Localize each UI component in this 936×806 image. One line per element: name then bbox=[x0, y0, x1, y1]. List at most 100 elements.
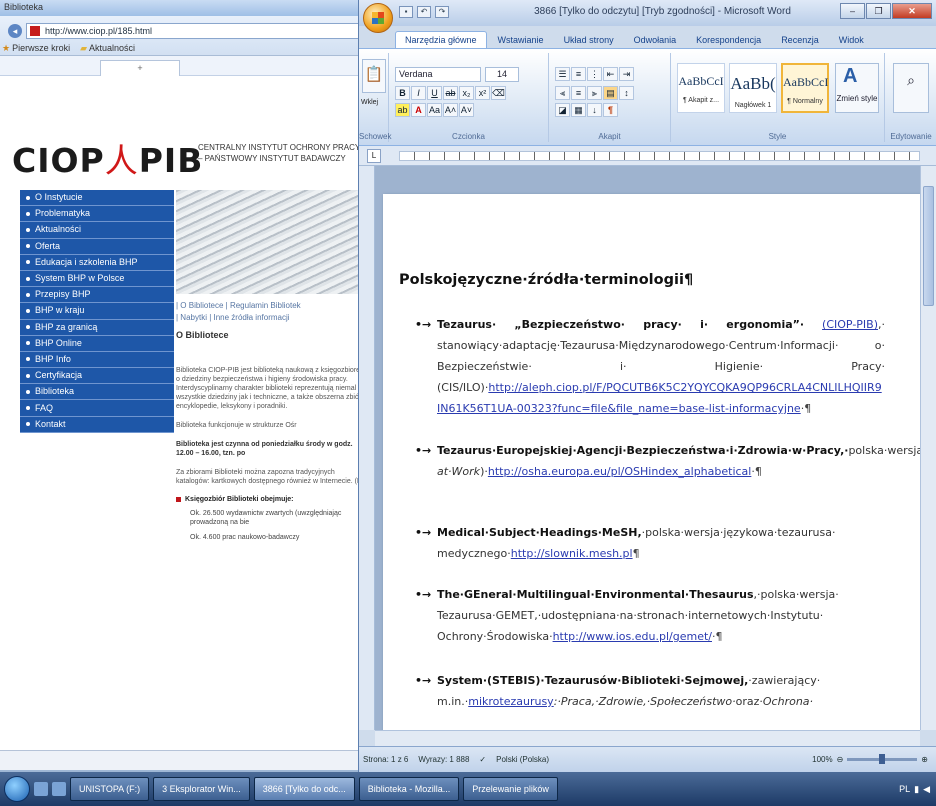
link[interactable]: http://slownik.mesh.pl bbox=[511, 547, 633, 560]
link[interactable]: http://osha.europa.eu/pl/OSHindex_alphab… bbox=[488, 465, 752, 478]
menu-item[interactable]: BHP Info bbox=[20, 352, 174, 369]
link[interactable]: http://www.ios.edu.pl/gemet/ bbox=[553, 630, 712, 643]
show-desktop-icon[interactable] bbox=[34, 782, 48, 796]
align-right-button[interactable]: ⫸ bbox=[587, 86, 602, 100]
increase-indent-button[interactable]: ⇥ bbox=[619, 67, 634, 81]
style-tile[interactable]: AaBb(Nagłówek 1 bbox=[729, 63, 777, 113]
url-field[interactable]: http://www.ciop.pl/185.html bbox=[26, 23, 375, 39]
grow-font-button[interactable]: A˄ bbox=[443, 103, 458, 117]
change-case-button[interactable]: Aa bbox=[427, 103, 442, 117]
vertical-scrollbar[interactable] bbox=[920, 166, 936, 730]
scrollbar-thumb[interactable] bbox=[923, 186, 934, 306]
ribbon-tab[interactable]: Układ strony bbox=[555, 32, 623, 48]
document-page[interactable]: Polskojęzyczne·źródła·terminologii¶ •→ T… bbox=[383, 194, 920, 730]
new-tab-button[interactable]: + bbox=[100, 60, 180, 76]
highlight-button[interactable]: ab bbox=[395, 103, 410, 117]
sort-button[interactable]: ↓ bbox=[587, 103, 602, 117]
word-count[interactable]: Wyrazy: 1 888 bbox=[418, 755, 469, 764]
paste-icon[interactable]: 📋 bbox=[362, 59, 386, 93]
ribbon-tab[interactable]: Recenzja bbox=[772, 32, 828, 48]
tab-selector-icon[interactable]: L bbox=[367, 149, 381, 163]
menu-item[interactable]: BHP Online bbox=[20, 336, 174, 352]
link[interactable]: http://aleph.ciop.pl/F/PQCUTB6K5C2YQYCQK… bbox=[437, 381, 882, 415]
numbering-button[interactable]: ≡ bbox=[571, 67, 586, 81]
font-size-select[interactable]: 14 bbox=[485, 67, 519, 82]
redo-icon[interactable]: ↷ bbox=[435, 6, 449, 18]
clear-format-button[interactable]: ⌫ bbox=[491, 86, 506, 100]
multilevel-list-button[interactable]: ⋮ bbox=[587, 67, 602, 81]
align-left-button[interactable]: ⫷ bbox=[555, 86, 570, 100]
horizontal-scrollbar[interactable] bbox=[375, 730, 920, 746]
quick-launch-icon[interactable] bbox=[52, 782, 66, 796]
zoom-in-icon[interactable]: ⊕ bbox=[921, 755, 928, 764]
page-count[interactable]: Strona: 1 z 6 bbox=[363, 755, 408, 764]
menu-item[interactable]: Kontakt bbox=[20, 417, 174, 433]
menu-item[interactable]: BHP za granicą bbox=[20, 320, 174, 336]
align-center-button[interactable]: ≡ bbox=[571, 86, 586, 100]
back-icon[interactable]: ◂ bbox=[8, 24, 22, 38]
zoom-out-icon[interactable]: ⊖ bbox=[837, 755, 844, 764]
menu-item[interactable]: System BHP w Polsce bbox=[20, 271, 174, 288]
bullets-button[interactable]: ☰ bbox=[555, 67, 570, 81]
ribbon-tab[interactable]: Wstawianie bbox=[489, 32, 553, 48]
ribbon-tab[interactable]: Narzędzia główne bbox=[395, 31, 487, 48]
menu-item[interactable]: Aktualności bbox=[20, 222, 174, 239]
network-icon[interactable]: ▮ bbox=[914, 784, 919, 795]
start-button[interactable] bbox=[4, 776, 30, 802]
italic-button[interactable]: I bbox=[411, 86, 426, 100]
style-tile[interactable]: AaBbCcI ¶ Akapit z... bbox=[677, 63, 725, 113]
shrink-font-button[interactable]: A˅ bbox=[459, 103, 474, 117]
language-indicator[interactable]: PL bbox=[899, 784, 910, 794]
font-name-select[interactable]: Verdana bbox=[395, 67, 481, 82]
ciop-logo[interactable]: CIOP⼈PIB bbox=[12, 134, 203, 182]
menu-item[interactable]: O Instytucie bbox=[20, 190, 174, 207]
ribbon-tab[interactable]: Widok bbox=[830, 32, 873, 48]
menu-item[interactable]: Przepisy BHP bbox=[20, 287, 174, 304]
menu-item[interactable]: Problematyka bbox=[20, 206, 174, 223]
link[interactable]: (CIOP-PIB) bbox=[822, 318, 878, 331]
minimize-button[interactable]: – bbox=[840, 3, 865, 19]
font-color-button[interactable]: A bbox=[411, 103, 426, 117]
strikethrough-button[interactable]: ab bbox=[443, 86, 458, 100]
menu-item[interactable]: BHP w kraju bbox=[20, 303, 174, 320]
subscript-button[interactable]: x₂ bbox=[459, 86, 474, 100]
spellcheck-icon[interactable]: ✓ bbox=[479, 755, 486, 764]
subnav-links-line1[interactable]: | O Bibliotece | Regulamin Bibliotek bbox=[176, 300, 370, 312]
taskbar-button[interactable]: Przelewanie plików bbox=[463, 777, 558, 801]
zoom-slider-knob[interactable] bbox=[879, 754, 886, 764]
language-indicator[interactable]: Polski (Polska) bbox=[496, 755, 549, 764]
ruler-scale[interactable] bbox=[399, 151, 920, 161]
justify-button[interactable]: ▤ bbox=[603, 86, 618, 100]
underline-button[interactable]: U bbox=[427, 86, 442, 100]
maximize-button[interactable]: ❐ bbox=[866, 3, 891, 19]
close-button[interactable]: ✕ bbox=[892, 3, 932, 19]
borders-button[interactable]: ▦ bbox=[571, 103, 586, 117]
show-formatting-button[interactable]: ¶ bbox=[603, 103, 618, 117]
taskbar-button[interactable]: UNISTOPA (F:) bbox=[70, 777, 150, 801]
shading-button[interactable]: ◪ bbox=[555, 103, 570, 117]
ribbon-tab[interactable]: Odwołania bbox=[625, 32, 686, 48]
line-spacing-button[interactable]: ↕ bbox=[619, 86, 634, 100]
menu-item[interactable]: Edukacja i szkolenia BHP bbox=[20, 255, 174, 271]
link-first-steps[interactable]: ★ Pierwsze kroki bbox=[2, 43, 70, 56]
taskbar-button[interactable]: 3866 [Tylko do odc... bbox=[253, 777, 355, 801]
find-icon[interactable]: ⌕ bbox=[893, 63, 929, 113]
zoom-level[interactable]: 100% bbox=[812, 755, 832, 764]
taskbar-button[interactable]: 3 Eksplorator Win... bbox=[153, 777, 250, 801]
link-news[interactable]: ▰ Aktualności bbox=[80, 43, 135, 56]
subnav-links-line2[interactable]: | Nabytki | Inne źródła informacji bbox=[176, 312, 370, 324]
menu-item[interactable]: Biblioteka bbox=[20, 384, 174, 401]
bold-button[interactable]: B bbox=[395, 86, 410, 100]
save-icon[interactable]: ▪ bbox=[399, 6, 413, 18]
menu-item[interactable]: Oferta bbox=[20, 239, 174, 255]
style-tile[interactable]: AaBbCcI ¶ Normalny bbox=[781, 63, 829, 113]
superscript-button[interactable]: x² bbox=[475, 86, 490, 100]
volume-icon[interactable]: ◀ bbox=[923, 784, 930, 795]
taskbar-button[interactable]: Biblioteka - Mozilla... bbox=[358, 777, 460, 801]
ribbon-tab[interactable]: Korespondencja bbox=[687, 32, 770, 48]
decrease-indent-button[interactable]: ⇤ bbox=[603, 67, 618, 81]
menu-item[interactable]: Certyfikacja bbox=[20, 368, 174, 385]
menu-item[interactable]: FAQ bbox=[20, 400, 174, 417]
link[interactable]: mikrotezaurusy bbox=[468, 695, 553, 708]
zoom-slider[interactable] bbox=[847, 754, 918, 764]
